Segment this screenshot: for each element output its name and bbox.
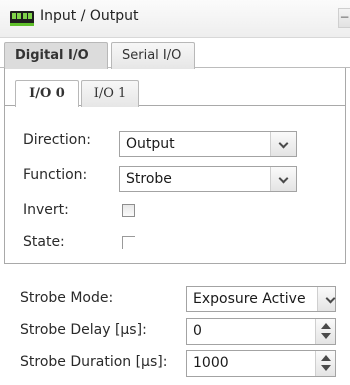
tab-io-0[interactable]: I/O 0 bbox=[15, 80, 79, 107]
spinner-buttons[interactable] bbox=[315, 319, 335, 344]
strobe-mode-label: Strobe Mode: bbox=[20, 290, 114, 306]
invert-checkbox[interactable] bbox=[122, 204, 135, 217]
direction-select[interactable]: Output bbox=[119, 131, 297, 157]
function-select[interactable]: Strobe bbox=[119, 166, 297, 192]
strobe-duration-label: Strobe Duration [µs]: bbox=[20, 354, 168, 370]
state-checkbox[interactable] bbox=[122, 236, 135, 249]
digital-io-panel: I/O 0 I/O 1 Direction: Output Function: … bbox=[4, 68, 346, 264]
strobe-duration-value: 1000 bbox=[193, 355, 229, 371]
invert-label: Invert: bbox=[23, 202, 69, 218]
io-type-tabbar: Digital I/O Serial I/O bbox=[0, 38, 350, 69]
function-label: Function: bbox=[23, 167, 88, 183]
strobe-delay-spinbox[interactable]: 0 bbox=[186, 318, 336, 345]
increment-arrow-icon[interactable] bbox=[321, 323, 331, 329]
panel-titlebar: Input / Output − bbox=[0, 0, 350, 38]
increment-arrow-icon[interactable] bbox=[321, 355, 331, 361]
decrement-arrow-icon[interactable] bbox=[321, 365, 331, 371]
decrement-arrow-icon[interactable] bbox=[321, 333, 331, 339]
direction-label: Direction: bbox=[23, 132, 91, 148]
strobe-duration-spinbox[interactable]: 1000 bbox=[186, 350, 336, 377]
strobe-mode-select[interactable]: Exposure Active bbox=[186, 286, 336, 312]
collapse-button[interactable]: − bbox=[338, 8, 350, 28]
io-line-tabbar: I/O 0 I/O 1 bbox=[5, 76, 345, 107]
chevron-down-icon bbox=[317, 287, 335, 311]
strobe-mode-value: Exposure Active bbox=[193, 291, 306, 307]
strobe-delay-label: Strobe Delay [µs]: bbox=[20, 322, 147, 338]
strobe-delay-value: 0 bbox=[193, 323, 202, 339]
tab-io-1[interactable]: I/O 1 bbox=[81, 80, 139, 107]
tab-digital-io[interactable]: Digital I/O bbox=[4, 42, 108, 69]
state-label: State: bbox=[23, 234, 65, 250]
spinner-buttons[interactable] bbox=[315, 351, 335, 376]
chevron-down-icon bbox=[270, 132, 296, 156]
function-value: Strobe bbox=[126, 171, 172, 187]
panel-title: Input / Output bbox=[40, 8, 139, 24]
tab-serial-io[interactable]: Serial I/O bbox=[111, 42, 195, 69]
direction-value: Output bbox=[126, 136, 175, 152]
io-connector-icon bbox=[10, 11, 34, 26]
chevron-down-icon bbox=[270, 167, 296, 191]
